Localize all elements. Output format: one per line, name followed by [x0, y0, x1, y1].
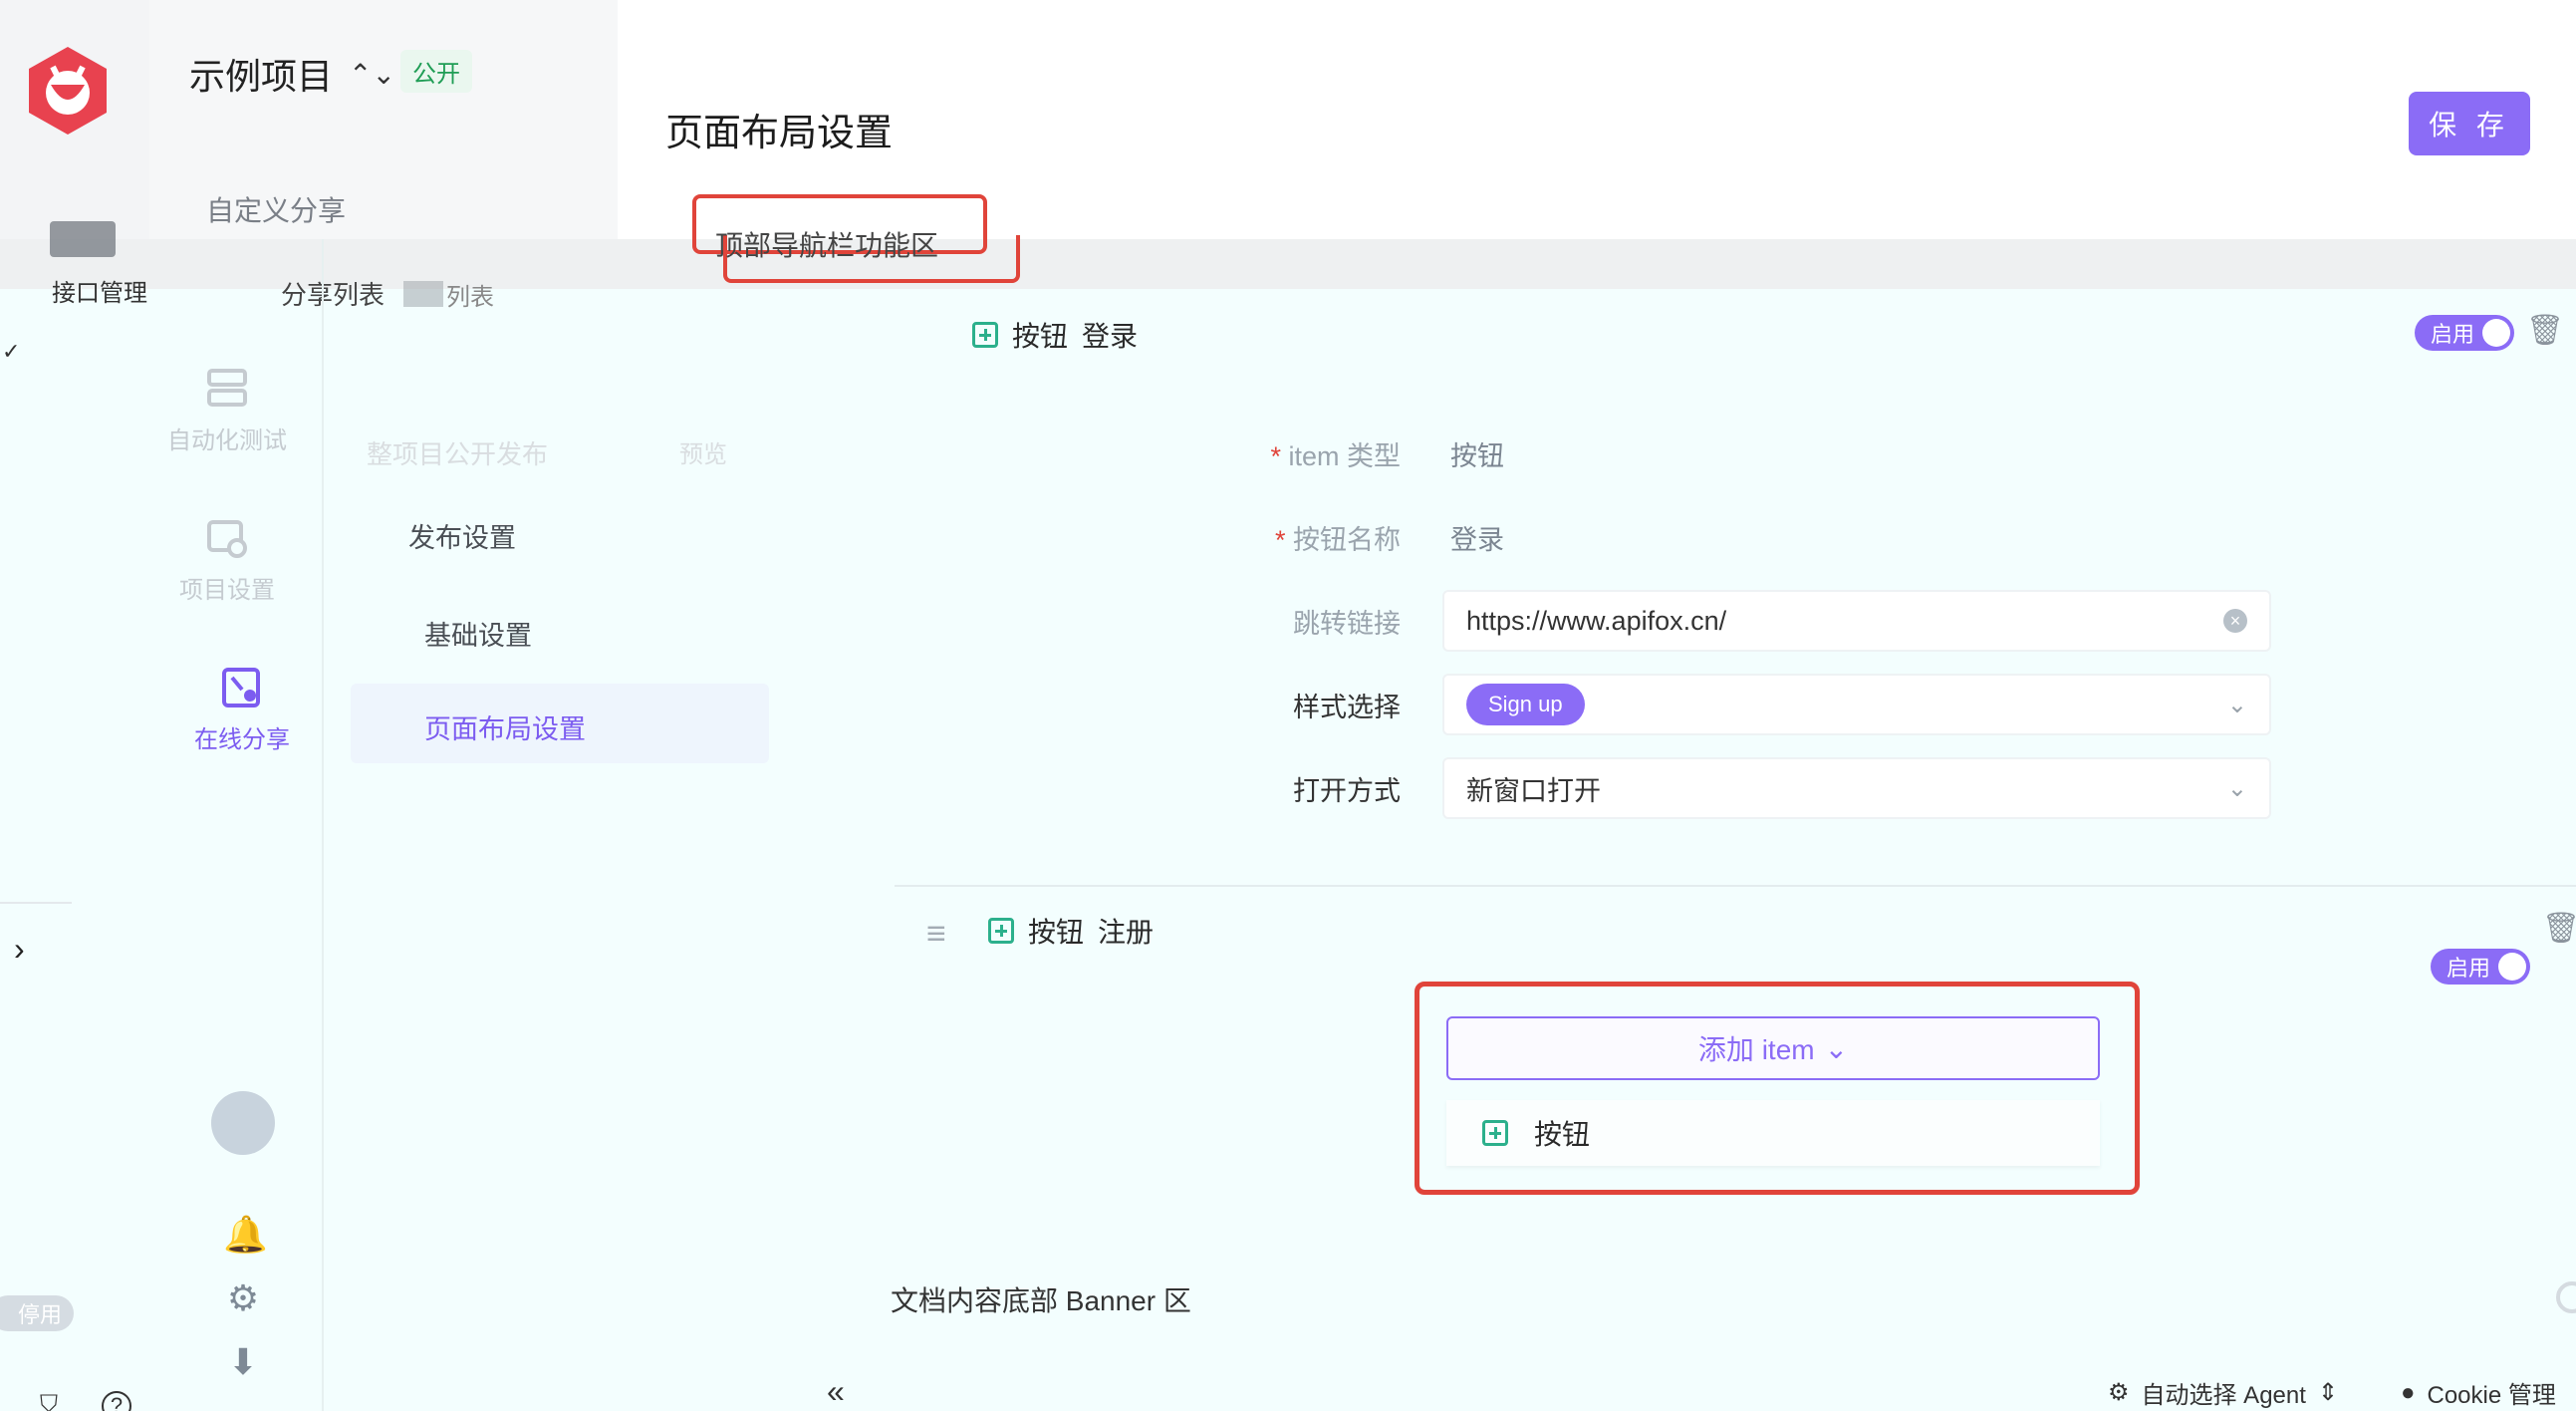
theme-icon[interactable]: ⛉	[40, 1391, 58, 1411]
item2-enable-toggle[interactable]: 启用	[2431, 949, 2530, 985]
rail-item-online-share[interactable]: 在线分享	[167, 666, 317, 754]
updown-chevron-icon: ⌃⌄	[349, 58, 395, 90]
agent-label: 自动选择 Agent	[2141, 1382, 2306, 1409]
download-icon[interactable]: ⬇	[223, 1341, 263, 1382]
page-title: 页面布局设置	[665, 113, 894, 154]
style-select[interactable]: Sign up ⌄	[1442, 674, 2271, 735]
open-mode-value: 新窗口打开	[1466, 775, 1601, 806]
updown-chevron-icon: ⇕	[2317, 1379, 2339, 1406]
app-logo-icon	[29, 47, 107, 135]
rail-label: 自动化测试	[167, 427, 287, 454]
agent-icon: ⚙	[2108, 1379, 2130, 1406]
status-toggle-off[interactable]: 停用	[0, 1295, 74, 1331]
link-label: 跳转链接	[1293, 609, 1401, 639]
list-label: 列表	[446, 284, 494, 311]
menu-item-publish-settings[interactable]: 发布设置	[408, 516, 516, 555]
option-label: 按钮	[1534, 1119, 1591, 1150]
publish-all-label: 整项目公开发布	[367, 439, 549, 469]
item1-enable-toggle[interactable]: 启用	[2415, 315, 2514, 351]
save-button[interactable]: 保 存	[2409, 92, 2530, 155]
project-switcher[interactable]: 示例项目 ⌃⌄	[189, 48, 395, 100]
open-mode-label: 打开方式	[1293, 776, 1401, 806]
button-type-icon	[1482, 1120, 1508, 1146]
settings-card-icon	[207, 520, 247, 558]
rail-item-project-settings[interactable]: 项目设置	[152, 516, 302, 605]
item2-type: 按钮	[1028, 917, 1085, 948]
custom-share-label: 自定义分享	[206, 195, 347, 226]
rail-label: 项目设置	[179, 577, 275, 604]
chevron-down-icon: ⌄	[2226, 774, 2247, 802]
trash-icon[interactable]: 🗑	[2526, 313, 2564, 348]
cookie-manager[interactable]: ● Cookie 管理	[2401, 1375, 2556, 1410]
blurred-icon	[403, 281, 443, 307]
server-icon	[207, 369, 247, 407]
link-value: https://www.apifox.cn/	[1466, 605, 1727, 636]
chevron-right-icon[interactable]: ›	[14, 931, 25, 968]
menu-item-basic-settings[interactable]: 基础设置	[424, 614, 532, 653]
item-type-value: 按钮	[1450, 441, 1504, 471]
share-doc-icon	[222, 668, 260, 707]
rail-item-auto-test[interactable]: 自动化测试	[152, 367, 302, 455]
add-item-option-button[interactable]: 按钮	[1446, 1100, 2100, 1166]
footer-toggle[interactable]	[2556, 1281, 2576, 1313]
link-input[interactable]: https://www.apifox.cn/ ×	[1442, 590, 2271, 652]
avatar[interactable]	[211, 1091, 275, 1155]
visibility-badge: 公开	[400, 50, 472, 93]
gear-icon[interactable]: ⚙	[223, 1277, 263, 1318]
agent-selector[interactable]: ⚙ 自动选择 Agent ⇕	[2108, 1375, 2338, 1410]
add-item-button[interactable]: 添加 item ⌄	[1446, 1016, 2100, 1080]
button-type-icon	[988, 918, 1014, 944]
button-name-label: 按钮名称	[1102, 518, 1401, 557]
column-divider	[322, 239, 324, 1411]
chevron-down-icon: ⌄	[2226, 691, 2247, 718]
section-divider	[895, 885, 2576, 887]
trash-icon[interactable]: 🗑	[2542, 911, 2576, 946]
share-list-label: 分享列表	[281, 280, 386, 310]
clear-icon[interactable]: ×	[2223, 609, 2247, 633]
footer-banner-section[interactable]: 文档内容底部 Banner 区	[891, 1279, 1191, 1319]
item2-header[interactable]: 按钮 注册	[988, 911, 1154, 951]
preview-link[interactable]: 预览	[679, 434, 727, 469]
item2-name: 注册	[1098, 917, 1155, 948]
divider	[0, 902, 72, 904]
rail-item-api-management[interactable]: 接口管理	[52, 273, 147, 308]
api-management-icon[interactable]	[50, 221, 116, 257]
item1-header[interactable]: 按钮 登录	[972, 315, 1138, 355]
button-type-icon	[972, 322, 998, 348]
collapse-double-left-icon[interactable]: «	[827, 1373, 845, 1410]
item-type-label: item 类型	[1102, 434, 1401, 473]
top-nav-section-tab[interactable]: 顶部导航栏功能区	[715, 224, 938, 264]
check-icon: ✓	[2, 339, 21, 364]
chevron-down-icon: ⌄	[1824, 1032, 1849, 1064]
add-item-label: 添加 item	[1697, 1034, 1815, 1065]
button-name-value: 登录	[1450, 525, 1504, 555]
item1-name: 登录	[1082, 321, 1139, 352]
style-pill: Sign up	[1466, 684, 1585, 725]
bell-icon[interactable]: 🔔	[223, 1214, 268, 1255]
project-name: 示例项目	[189, 56, 334, 97]
style-label: 样式选择	[1293, 693, 1401, 722]
item1-type: 按钮	[1012, 321, 1069, 352]
cookie-icon: ●	[2401, 1378, 2416, 1406]
open-mode-select[interactable]: 新窗口打开 ⌄	[1442, 757, 2271, 819]
menu-item-layout-settings[interactable]: 页面布局设置	[424, 707, 586, 746]
drag-handle-icon[interactable]: ≡	[926, 915, 946, 954]
overlay-strip	[0, 239, 2576, 289]
help-icon[interactable]: ?	[102, 1391, 131, 1411]
rail-label: 在线分享	[194, 726, 290, 753]
cookie-label: Cookie 管理	[2427, 1382, 2556, 1409]
